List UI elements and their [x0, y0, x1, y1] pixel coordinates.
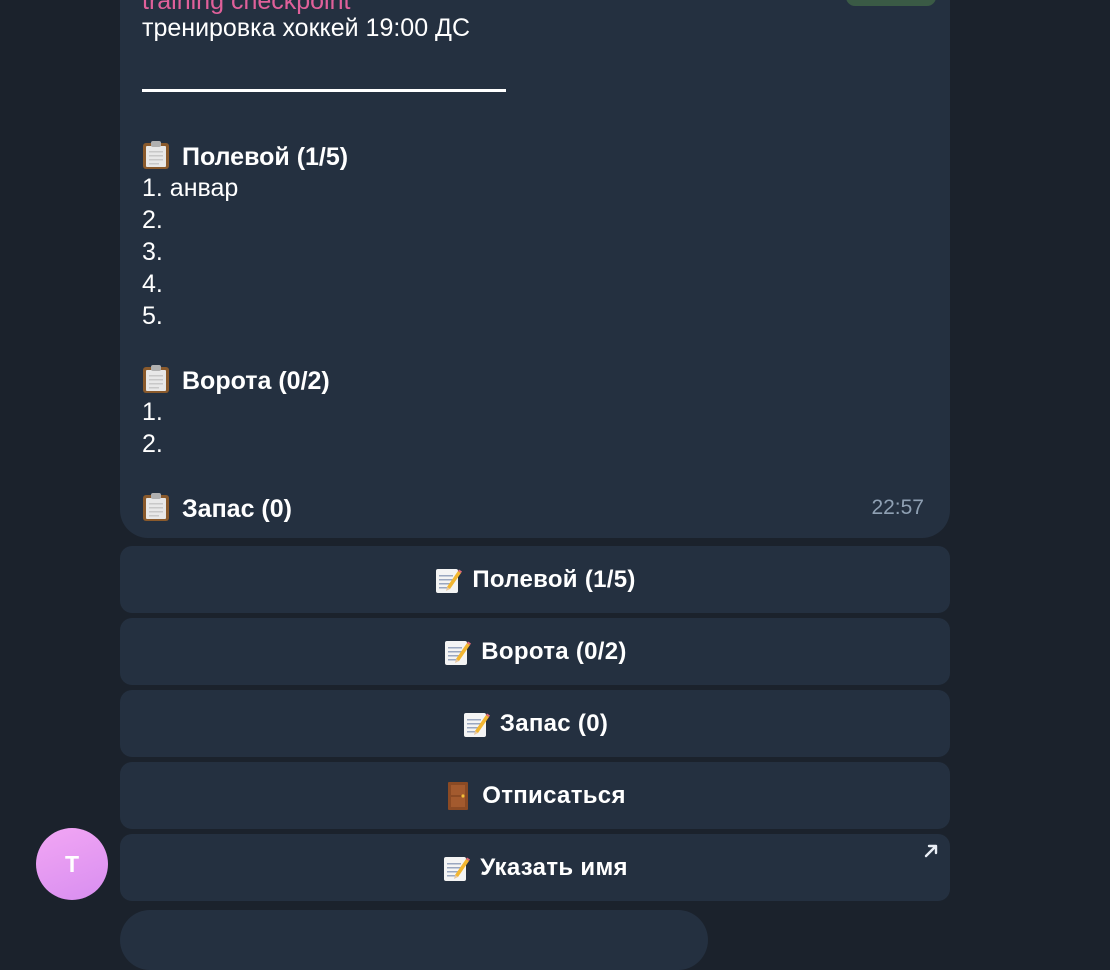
message-line [142, 108, 470, 140]
keyboard-button-label: Ворота (0/2) [481, 637, 627, 665]
line-text: Запас (0) [182, 495, 292, 523]
message-line [142, 332, 470, 364]
line-text: 2. [142, 206, 163, 234]
keyboard-button[interactable]: Полевой (1/5) [120, 546, 950, 613]
door-icon [444, 781, 472, 811]
admin-badge [846, 0, 936, 6]
message-line: 4. [142, 268, 470, 300]
message-line [142, 76, 470, 108]
message-line: 2. [142, 428, 470, 460]
message-time: 22:57 [871, 496, 924, 519]
line-text: 3. [142, 238, 163, 266]
clipboard-icon [142, 364, 170, 394]
line-text: Ворота (0/2) [182, 367, 330, 395]
message-line: 5. [142, 300, 470, 332]
memo-icon [443, 637, 471, 667]
message-line: 1. [142, 396, 470, 428]
clipboard-icon [142, 140, 170, 170]
line-text: 2. [142, 430, 163, 458]
message-line [142, 460, 470, 492]
divider-line [142, 89, 506, 92]
keyboard-button-label: Запас (0) [499, 709, 609, 737]
keyboard-button[interactable]: Отписаться [120, 762, 950, 829]
message-line: 2. [142, 204, 470, 236]
keyboard-button-label: Указать имя [480, 853, 628, 881]
section-heading: Полевой (1/5) [142, 140, 470, 172]
memo-icon [462, 709, 490, 739]
external-link-arrow-icon [922, 842, 940, 860]
section-heading: Запас (0) [142, 492, 470, 524]
memo-icon [434, 565, 462, 595]
keyboard-button[interactable]: Указать имя [120, 834, 950, 901]
message-line: тренировка хоккей 19:00 ДС [142, 12, 470, 44]
line-text: 5. [142, 302, 163, 330]
clipboard-icon [142, 492, 170, 522]
keyboard-button-label: Отписаться [482, 781, 626, 809]
line-text: 1. [142, 398, 163, 426]
avatar-letter: T [64, 850, 80, 877]
avatar[interactable]: T [36, 828, 108, 900]
section-heading: Ворота (0/2) [142, 364, 470, 396]
memo-icon [442, 853, 470, 883]
keyboard-button-label: Полевой (1/5) [472, 565, 636, 593]
line-text: 4. [142, 270, 163, 298]
next-message-bubble [120, 910, 708, 970]
message-bubble: training checkpoint тренировка хоккей 19… [120, 0, 950, 538]
message-line [142, 44, 470, 76]
keyboard-button[interactable]: Запас (0) [120, 690, 950, 757]
keyboard-button[interactable]: Ворота (0/2) [120, 618, 950, 685]
line-text: 1. анвар [142, 174, 239, 202]
line-text: тренировка хоккей 19:00 ДС [142, 14, 471, 42]
line-text: Полевой (1/5) [182, 143, 349, 171]
message-line: 3. [142, 236, 470, 268]
message-line: 1. анвар [142, 172, 470, 204]
